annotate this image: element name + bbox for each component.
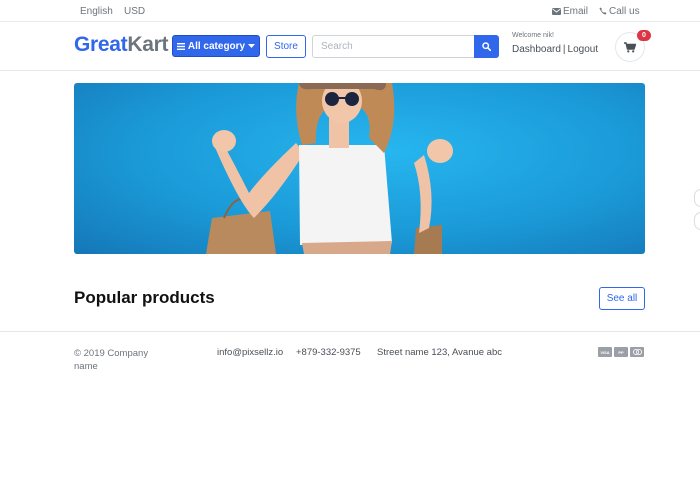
carousel-prev-button[interactable] <box>694 189 700 207</box>
store-button[interactable]: Store <box>266 35 306 58</box>
call-label: Call us <box>609 6 640 17</box>
search-icon <box>482 42 491 51</box>
carousel-next-button[interactable] <box>694 212 700 230</box>
top-bar: English USD Email Call us <box>0 0 700 22</box>
caret-down-icon <box>248 44 256 48</box>
logout-link[interactable]: Logout <box>568 44 599 55</box>
logo-part-kart: Kart <box>127 33 169 56</box>
envelope-icon <box>552 8 561 15</box>
dashboard-link[interactable]: Dashboard <box>512 44 561 55</box>
link-separator: | <box>562 44 566 55</box>
paypal-icon: PP <box>614 347 628 357</box>
phone-icon <box>599 7 607 15</box>
language-selector[interactable]: English <box>80 6 113 17</box>
logo-part-great: Great <box>74 33 128 56</box>
all-category-button[interactable]: All category <box>172 35 260 57</box>
email-label: Email <box>563 6 589 17</box>
all-category-label: All category <box>187 40 246 52</box>
site-logo[interactable]: GreatKart <box>74 33 174 57</box>
section-title: Popular products <box>74 288 215 307</box>
cart-count-badge: 0 <box>637 30 651 41</box>
footer-email[interactable]: info@pixsellz.io <box>217 347 283 358</box>
search-input[interactable] <box>312 35 474 58</box>
footer-address: Street name 123, Avanue abc <box>377 347 502 358</box>
mastercard-icon <box>630 347 644 357</box>
see-all-button[interactable]: See all <box>599 287 645 310</box>
banner-woman-shopping-image <box>206 83 453 254</box>
call-link[interactable]: Call us <box>599 6 640 17</box>
hero-banner[interactable] <box>74 83 645 254</box>
site-header: GreatKart All category Store Welcome nik… <box>0 22 700 71</box>
account-links: Dashboard | Logout <box>512 44 598 55</box>
visa-icon: VISA <box>598 347 612 357</box>
site-footer: © 2019 Company name info@pixsellz.io +87… <box>0 331 700 372</box>
shopping-cart-icon <box>624 41 636 52</box>
copyright-text: © 2019 Company name <box>74 348 149 372</box>
email-link[interactable]: Email <box>552 6 588 17</box>
welcome-text: Welcome nik! <box>512 32 554 39</box>
currency-selector[interactable]: USD <box>124 6 145 17</box>
search-button[interactable] <box>474 35 499 58</box>
payment-icons: VISA PP <box>598 347 644 357</box>
bars-icon <box>176 42 185 50</box>
footer-phone[interactable]: +879-332-9375 <box>296 347 361 358</box>
